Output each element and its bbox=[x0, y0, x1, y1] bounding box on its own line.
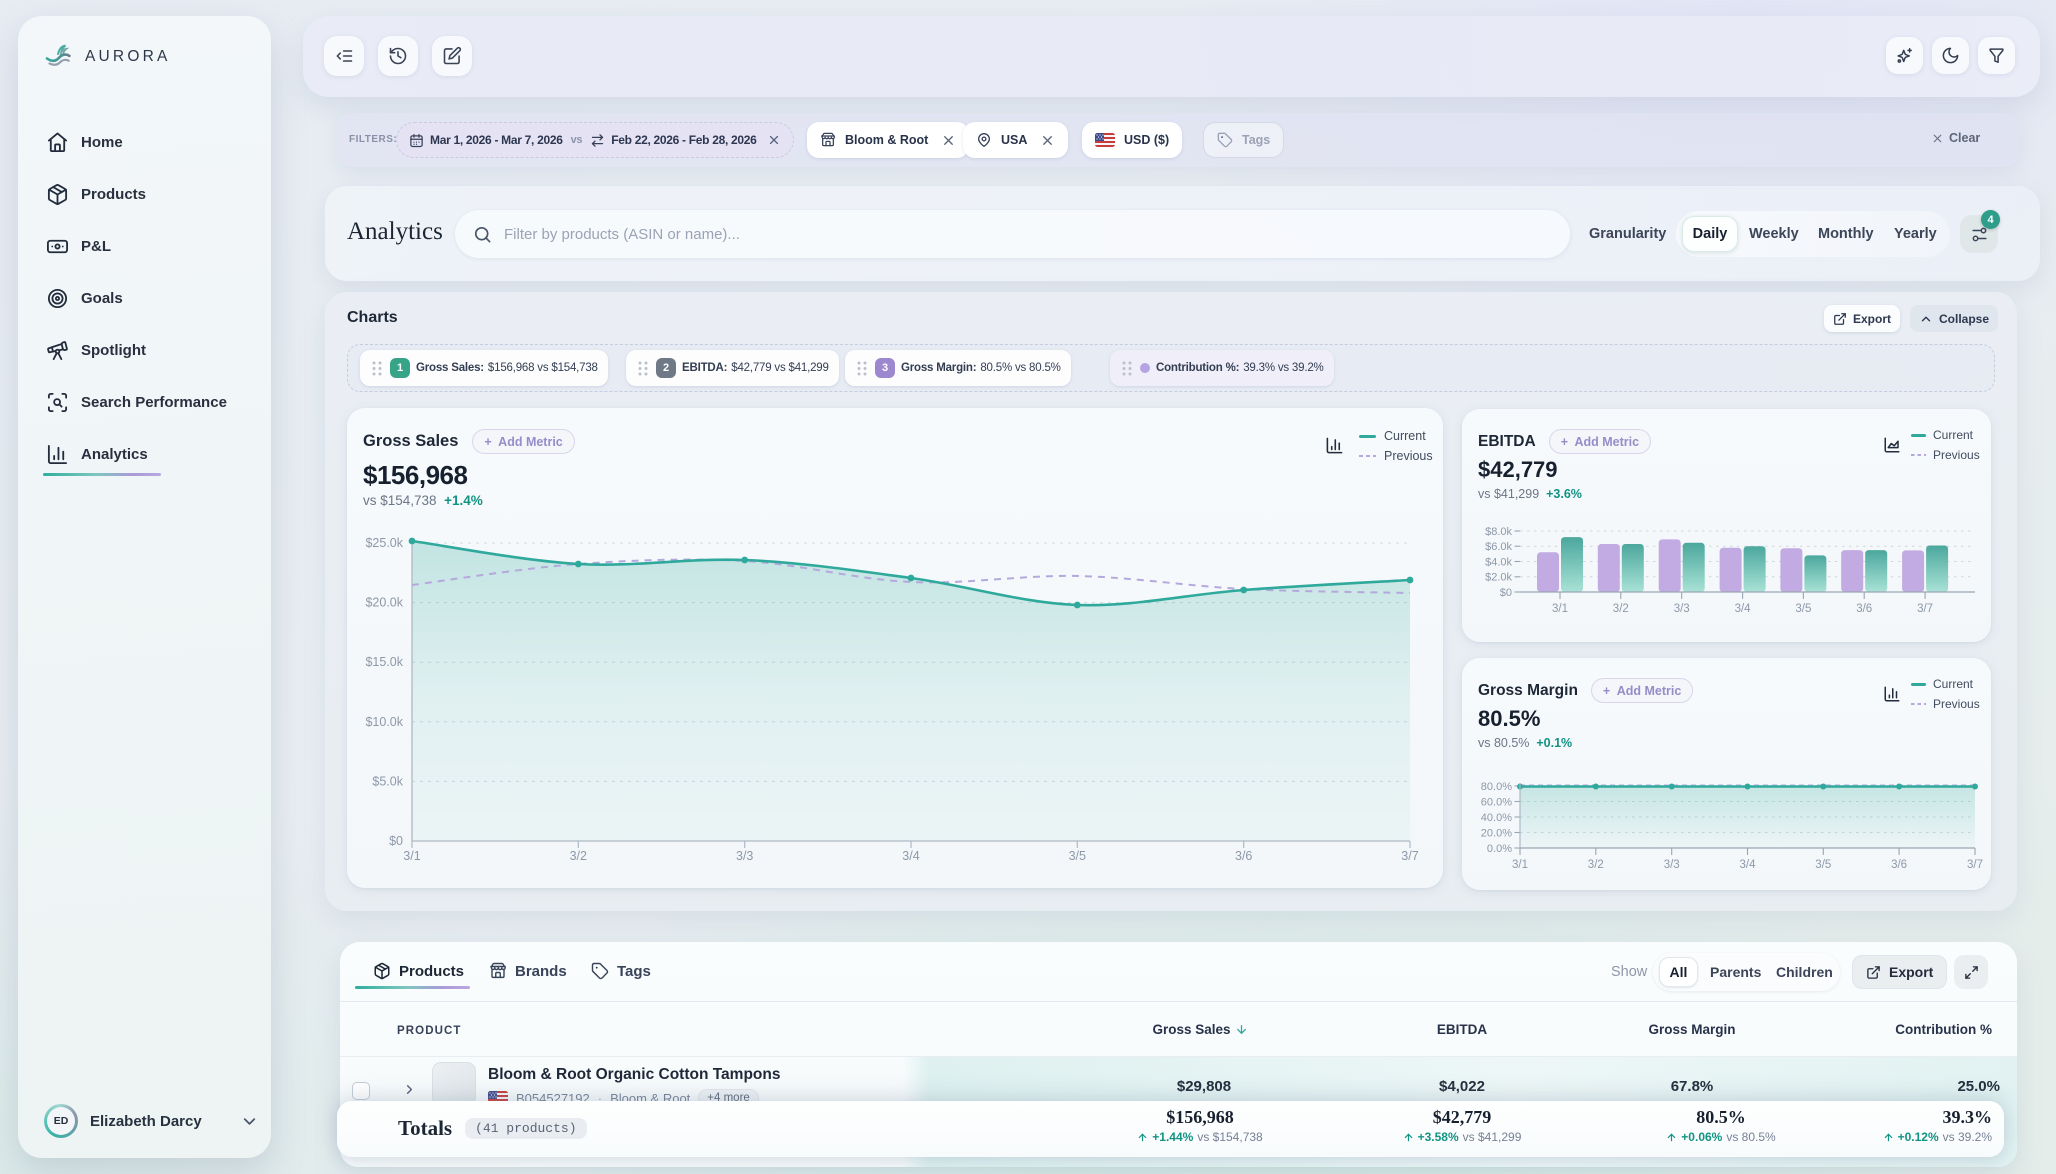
svg-text:80.0%: 80.0% bbox=[1481, 781, 1512, 793]
svg-text:$20.0k: $20.0k bbox=[365, 596, 403, 610]
svg-text:3/3: 3/3 bbox=[736, 849, 753, 863]
svg-text:20.0%: 20.0% bbox=[1481, 827, 1512, 839]
svg-text:$2.0k: $2.0k bbox=[1485, 572, 1512, 584]
svg-text:3/1: 3/1 bbox=[1552, 603, 1568, 615]
svg-text:3/4: 3/4 bbox=[902, 849, 919, 863]
svg-text:3/1: 3/1 bbox=[1512, 859, 1528, 871]
svg-text:$25.0k: $25.0k bbox=[365, 536, 403, 550]
svg-text:$6.0k: $6.0k bbox=[1485, 541, 1512, 553]
svg-text:3/1: 3/1 bbox=[403, 849, 420, 863]
svg-text:$10.0k: $10.0k bbox=[365, 715, 403, 729]
svg-text:3/4: 3/4 bbox=[1740, 859, 1757, 871]
svg-text:3/6: 3/6 bbox=[1891, 859, 1907, 871]
svg-text:3/7: 3/7 bbox=[1917, 603, 1933, 615]
svg-text:3/7: 3/7 bbox=[1967, 859, 1983, 871]
svg-text:40.0%: 40.0% bbox=[1481, 812, 1512, 824]
svg-text:$8.0k: $8.0k bbox=[1485, 526, 1512, 538]
svg-text:$0: $0 bbox=[389, 834, 403, 848]
svg-text:60.0%: 60.0% bbox=[1481, 796, 1512, 808]
svg-text:$5.0k: $5.0k bbox=[372, 774, 403, 788]
svg-text:3/7: 3/7 bbox=[1401, 849, 1418, 863]
svg-text:3/3: 3/3 bbox=[1664, 859, 1680, 871]
svg-text:3/2: 3/2 bbox=[1613, 603, 1629, 615]
svg-text:3/5: 3/5 bbox=[1795, 603, 1811, 615]
svg-text:3/2: 3/2 bbox=[1588, 859, 1604, 871]
svg-text:3/6: 3/6 bbox=[1856, 603, 1872, 615]
svg-text:3/6: 3/6 bbox=[1235, 849, 1252, 863]
svg-text:3/2: 3/2 bbox=[570, 849, 587, 863]
svg-text:3/5: 3/5 bbox=[1069, 849, 1086, 863]
svg-text:3/3: 3/3 bbox=[1674, 603, 1690, 615]
svg-text:$15.0k: $15.0k bbox=[365, 655, 403, 669]
svg-text:$4.0k: $4.0k bbox=[1485, 556, 1512, 568]
svg-text:3/4: 3/4 bbox=[1735, 603, 1752, 615]
svg-text:0.0%: 0.0% bbox=[1487, 843, 1512, 855]
svg-text:$0: $0 bbox=[1500, 587, 1512, 599]
svg-text:3/5: 3/5 bbox=[1815, 859, 1831, 871]
